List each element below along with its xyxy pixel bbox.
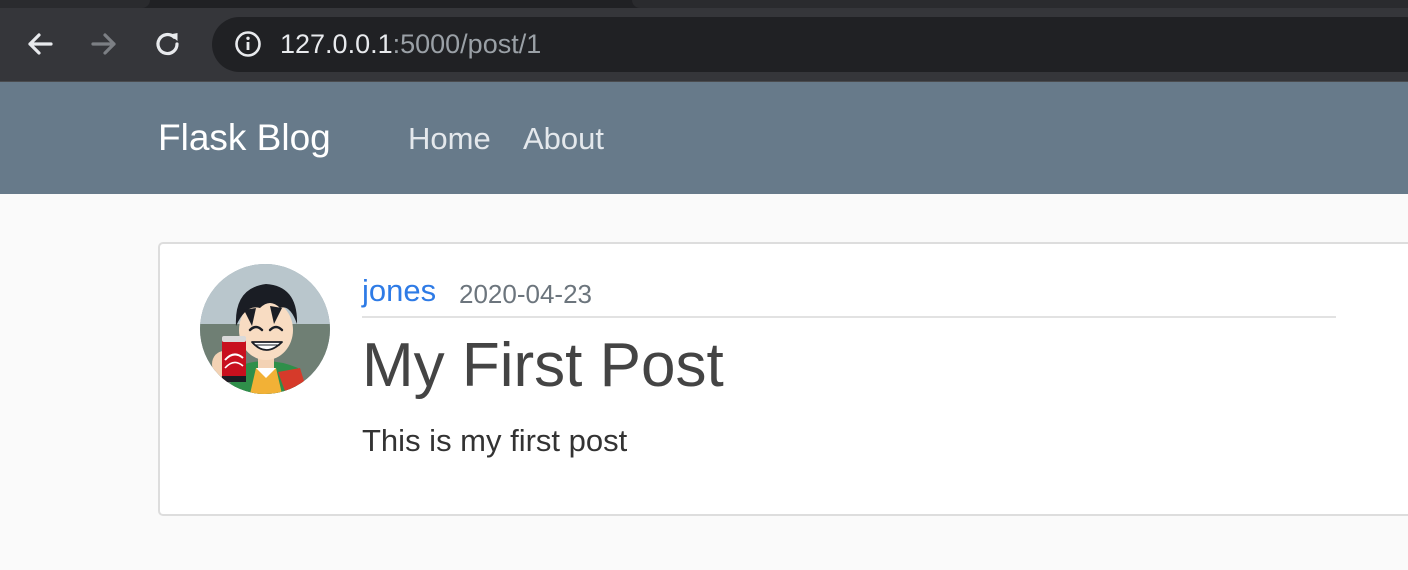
forward-arrow-icon bbox=[91, 33, 116, 55]
post-meta: jones 2020-04-23 bbox=[362, 270, 1336, 318]
browser-tab[interactable] bbox=[0, 0, 150, 8]
post-card: jones 2020-04-23 My First Post This is m… bbox=[158, 242, 1408, 516]
author-avatar bbox=[200, 264, 330, 394]
post-title: My First Post bbox=[362, 331, 724, 400]
back-button[interactable] bbox=[22, 26, 58, 62]
forward-button[interactable] bbox=[86, 26, 122, 62]
browser-toolbar: 127.0.0.1:5000/post/1 bbox=[0, 0, 1408, 82]
info-icon[interactable] bbox=[234, 30, 262, 58]
back-arrow-icon bbox=[28, 33, 53, 55]
reload-icon bbox=[156, 32, 179, 56]
reload-button[interactable] bbox=[150, 26, 186, 62]
nav-link-home[interactable]: Home bbox=[408, 120, 491, 158]
address-bar[interactable]: 127.0.0.1:5000/post/1 bbox=[212, 17, 1408, 72]
navbar-brand[interactable]: Flask Blog bbox=[158, 116, 331, 160]
post-date: 2020-04-23 bbox=[459, 279, 592, 309]
url-path: :5000/post/1 bbox=[392, 29, 542, 59]
author-link[interactable]: jones bbox=[362, 272, 436, 310]
url-text[interactable]: 127.0.0.1:5000/post/1 bbox=[280, 28, 541, 60]
site-navbar: Flask Blog Home About bbox=[0, 82, 1408, 194]
nav-link-about[interactable]: About bbox=[523, 120, 604, 158]
url-host: 127.0.0.1 bbox=[280, 29, 393, 59]
avatar-image bbox=[200, 264, 330, 394]
tab-strip bbox=[0, 0, 1408, 8]
browser-tab[interactable] bbox=[632, 0, 1408, 8]
post-content: This is my first post bbox=[362, 423, 628, 458]
